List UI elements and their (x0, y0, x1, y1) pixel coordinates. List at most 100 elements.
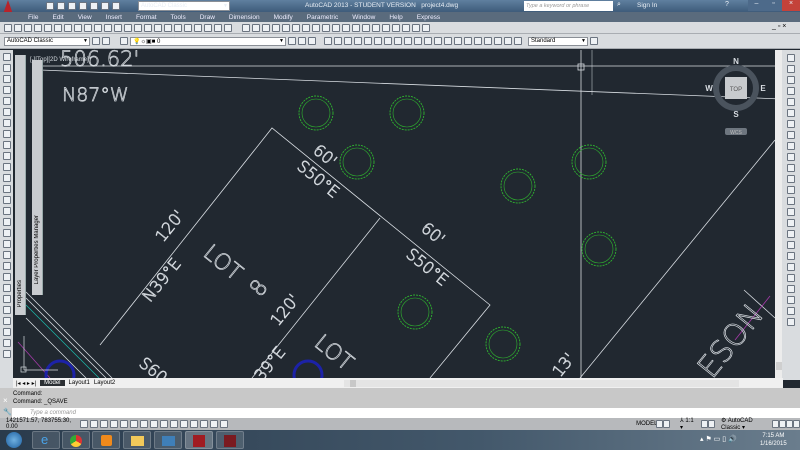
offset-icon[interactable] (2, 306, 11, 314)
ellipse-icon[interactable] (2, 152, 11, 160)
revcloud-icon[interactable] (2, 130, 11, 138)
ellipse-arc-icon[interactable] (2, 163, 11, 171)
properties-palette[interactable]: Properties (15, 55, 26, 315)
erase-icon[interactable] (2, 273, 11, 281)
auto-scale-icon[interactable] (708, 420, 715, 428)
construction-line-icon[interactable] (2, 64, 11, 72)
gradient-icon[interactable] (2, 218, 11, 226)
copy-icon[interactable] (787, 65, 795, 73)
tab-nav-first[interactable]: |◂ ◂ ▸ ▸| (16, 380, 36, 387)
isolate-objects-icon[interactable] (786, 420, 794, 428)
annotation-visibility-icon[interactable] (701, 420, 709, 428)
tab-model[interactable]: Model (40, 380, 65, 386)
lineweight-icon[interactable] (180, 420, 189, 428)
taskbar-app[interactable] (154, 431, 182, 449)
compass-south[interactable]: S (733, 110, 739, 119)
rotate-icon[interactable] (787, 120, 795, 128)
rotate-icon[interactable] (2, 339, 11, 347)
hardware-acceleration-icon[interactable] (779, 420, 787, 428)
hatch-icon[interactable] (2, 207, 11, 215)
arc-icon[interactable] (2, 108, 11, 116)
horizontal-scroll-thumb[interactable] (350, 379, 357, 387)
start-button[interactable] (6, 432, 22, 448)
annotation-scale[interactable]: ⅄ 1:1 ▾ (680, 417, 695, 431)
array-icon[interactable] (787, 98, 795, 106)
circle-icon[interactable] (2, 119, 11, 127)
trim-icon[interactable] (787, 153, 795, 161)
compass-west[interactable]: W (705, 84, 713, 93)
transparency-icon[interactable] (190, 420, 199, 428)
horizontal-scrollbar[interactable] (344, 379, 740, 387)
compass-north[interactable]: N (733, 57, 739, 66)
dyn-icon[interactable] (170, 420, 179, 428)
taskbar-autocad-2[interactable] (216, 431, 244, 449)
customize-command-icon[interactable]: 🔧 (3, 408, 12, 416)
region-icon[interactable] (2, 229, 11, 237)
grid-icon[interactable] (100, 420, 109, 428)
quick-view-drawings-icon[interactable] (663, 420, 670, 428)
point-icon[interactable] (2, 196, 11, 204)
line-icon[interactable] (2, 53, 11, 61)
text-edit-icon[interactable] (787, 263, 795, 271)
tab-layout2[interactable]: Layout2 (94, 380, 115, 386)
polar-icon[interactable] (120, 420, 129, 428)
layer-properties-palette[interactable]: Layer Properties Manager (32, 60, 43, 295)
quick-properties-icon[interactable] (200, 420, 209, 428)
taskbar-media-player[interactable] (92, 431, 120, 449)
viewcube-top-label[interactable]: TOP (730, 87, 742, 93)
make-block-icon[interactable] (2, 185, 11, 193)
infer-constraints-icon[interactable] (80, 420, 89, 428)
hatch-edit-icon[interactable] (787, 274, 795, 282)
lock-icon[interactable] (772, 420, 780, 428)
clock[interactable]: 7:15 AM 1/16/2015 (760, 432, 787, 448)
mtext-icon[interactable] (2, 251, 11, 259)
lengthen-icon[interactable] (787, 318, 795, 326)
scale-icon[interactable] (2, 350, 11, 358)
workspace-switch[interactable]: ⚙ AutoCAD Classic ▾ (721, 417, 768, 431)
join-icon[interactable] (787, 197, 795, 205)
quick-view-layouts-icon[interactable] (656, 420, 664, 428)
offset-icon[interactable] (787, 87, 795, 95)
insert-block-icon[interactable] (2, 174, 11, 182)
chamfer-icon[interactable] (787, 208, 795, 216)
close-command-icon[interactable]: × (3, 396, 8, 405)
mirror-icon[interactable] (787, 76, 795, 84)
erase-icon[interactable] (787, 54, 795, 62)
taskbar-explorer[interactable] (123, 431, 151, 449)
explode-icon[interactable] (787, 241, 795, 249)
add-selected-icon[interactable] (2, 262, 11, 270)
draworder-icon[interactable] (787, 252, 795, 260)
taskbar-ie[interactable]: e (32, 431, 60, 449)
scale-icon[interactable] (787, 131, 795, 139)
extend-icon[interactable] (787, 164, 795, 172)
copy-icon[interactable] (2, 284, 11, 292)
mirror-icon[interactable] (2, 295, 11, 303)
otrack-icon[interactable] (150, 420, 159, 428)
attribute-edit-icon[interactable] (787, 307, 795, 315)
model-space-toggle[interactable]: MODEL (636, 421, 657, 427)
array-icon[interactable] (2, 317, 11, 325)
stretch-icon[interactable] (787, 142, 795, 150)
3d-osnap-icon[interactable] (140, 420, 149, 428)
ortho-icon[interactable] (110, 420, 119, 428)
selection-cycling-icon[interactable] (210, 420, 219, 428)
polyline-icon[interactable] (2, 75, 11, 83)
taskbar-autocad[interactable] (185, 431, 213, 449)
break-at-point-icon[interactable] (787, 175, 795, 183)
polyline-edit-icon[interactable] (787, 285, 795, 293)
break-icon[interactable] (787, 186, 795, 194)
compass-east[interactable]: E (760, 84, 766, 93)
clean-screen-icon[interactable] (793, 420, 800, 428)
osnap-icon[interactable] (130, 420, 139, 428)
table-icon[interactable] (2, 240, 11, 248)
move-icon[interactable] (2, 328, 11, 336)
spline-edit-icon[interactable] (787, 296, 795, 304)
taskbar-chrome[interactable] (62, 431, 90, 449)
polygon-icon[interactable] (2, 86, 11, 94)
fillet-icon[interactable] (787, 219, 795, 227)
move-icon[interactable] (787, 109, 795, 117)
annotation-monitor-icon[interactable] (220, 420, 229, 428)
spline-icon[interactable] (2, 141, 11, 149)
ducs-icon[interactable] (160, 420, 169, 428)
tab-layout1[interactable]: Layout1 (69, 380, 90, 386)
